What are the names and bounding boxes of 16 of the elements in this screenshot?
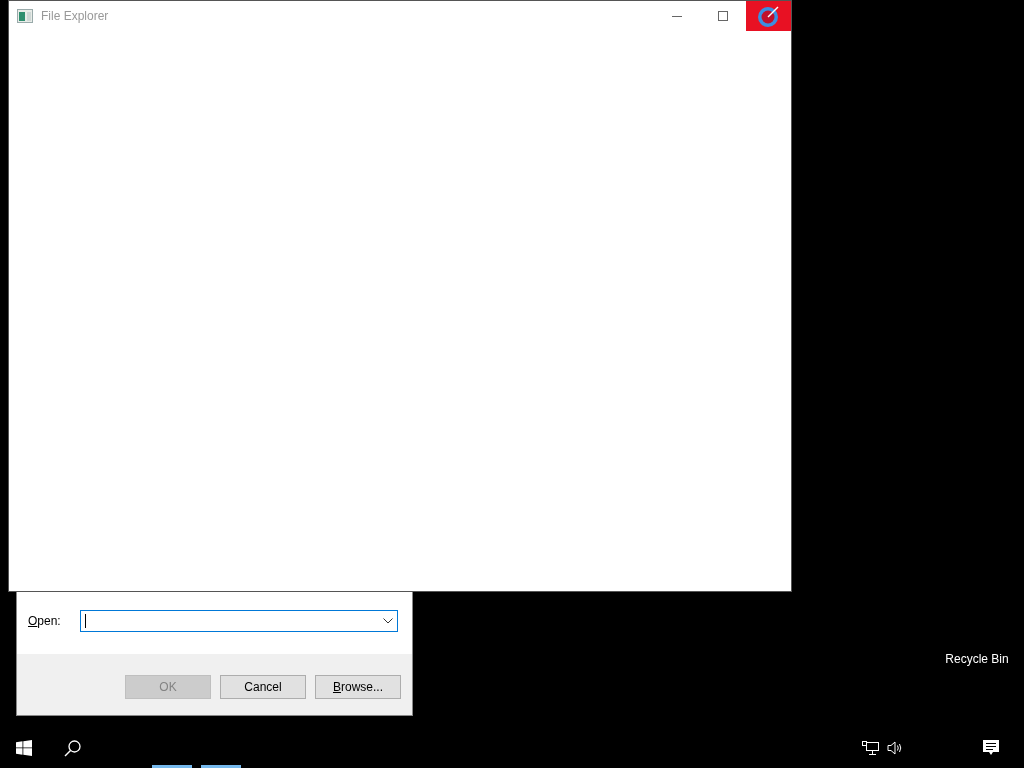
open-combo-field[interactable] (79, 609, 398, 632)
minimize-icon[interactable] (672, 15, 682, 17)
network-icon[interactable] (862, 740, 879, 756)
dialog-button[interactable]: Cancel (220, 674, 306, 699)
dialog-button[interactable]: Browse... (315, 674, 401, 699)
windows-logo-icon[interactable] (16, 740, 32, 756)
app-window-icon (17, 9, 33, 23)
search-icon[interactable] (63, 739, 81, 757)
desktop-icon-label[interactable]: Recycle Bin (940, 652, 1014, 666)
maximize-icon[interactable] (718, 11, 728, 21)
window-title: File Explorer (41, 9, 109, 23)
target-icon (756, 4, 781, 28)
chevron-down-icon[interactable] (383, 617, 393, 624)
open-label: Open: (28, 613, 61, 628)
speaker-icon[interactable] (887, 741, 904, 755)
notification-icon[interactable] (983, 740, 999, 756)
